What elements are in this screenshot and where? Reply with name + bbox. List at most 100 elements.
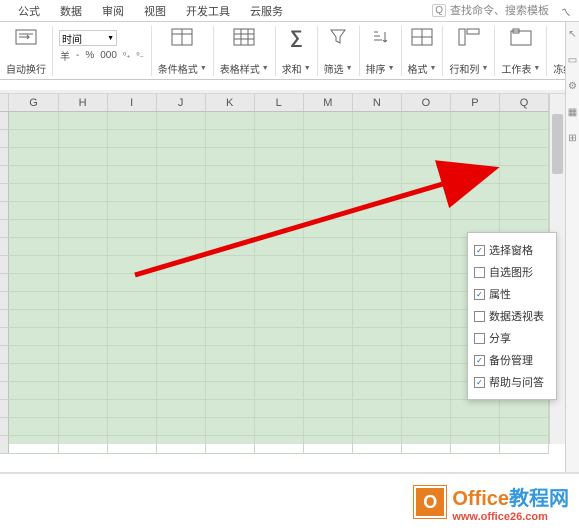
- cell[interactable]: [255, 166, 304, 183]
- row-header[interactable]: [0, 346, 9, 363]
- col-header[interactable]: G: [9, 94, 58, 111]
- tab-view[interactable]: 视图: [134, 3, 176, 19]
- tab-cloud[interactable]: 云服务: [240, 3, 293, 19]
- cell[interactable]: [255, 292, 304, 309]
- popup-option[interactable]: 帮助与问答: [472, 371, 552, 393]
- cell[interactable]: [206, 310, 255, 327]
- checkbox[interactable]: [474, 355, 485, 366]
- cell[interactable]: [157, 130, 206, 147]
- cell[interactable]: [157, 418, 206, 435]
- cell[interactable]: [9, 400, 58, 417]
- cell[interactable]: [255, 256, 304, 273]
- cell[interactable]: [206, 256, 255, 273]
- cell[interactable]: [108, 310, 157, 327]
- cell[interactable]: [353, 148, 402, 165]
- sum-button[interactable]: ∑ 求和▼: [276, 26, 318, 76]
- cell[interactable]: [108, 166, 157, 183]
- cell[interactable]: [206, 346, 255, 363]
- cell[interactable]: [206, 148, 255, 165]
- cell[interactable]: [108, 274, 157, 291]
- cell[interactable]: [59, 436, 108, 453]
- table-style-button[interactable]: 表格样式▼: [214, 26, 276, 76]
- cell[interactable]: [9, 436, 58, 453]
- cursor-icon[interactable]: ↖: [567, 28, 579, 40]
- cell[interactable]: [402, 202, 451, 219]
- col-header[interactable]: J: [157, 94, 206, 111]
- cell[interactable]: [353, 310, 402, 327]
- cell[interactable]: [304, 418, 353, 435]
- cell[interactable]: [9, 184, 58, 201]
- cell[interactable]: [353, 112, 402, 129]
- cell[interactable]: [206, 202, 255, 219]
- command-search[interactable]: Q 查找命令、搜索模板: [432, 2, 549, 18]
- cell[interactable]: [304, 220, 353, 237]
- cell[interactable]: [255, 274, 304, 291]
- cell[interactable]: [157, 364, 206, 381]
- cell[interactable]: [157, 256, 206, 273]
- cell[interactable]: [500, 148, 549, 165]
- popup-option[interactable]: 数据透视表: [472, 305, 552, 327]
- cell[interactable]: [206, 184, 255, 201]
- cell[interactable]: [451, 184, 500, 201]
- tab-devtools[interactable]: 开发工具: [176, 3, 240, 19]
- cell[interactable]: [59, 274, 108, 291]
- cell[interactable]: [304, 364, 353, 381]
- cell[interactable]: [59, 400, 108, 417]
- cell[interactable]: [500, 166, 549, 183]
- cell[interactable]: [500, 400, 549, 417]
- scroll-thumb[interactable]: [552, 114, 563, 174]
- cell[interactable]: [304, 166, 353, 183]
- cell[interactable]: [402, 220, 451, 237]
- cell[interactable]: [255, 148, 304, 165]
- cell[interactable]: [9, 202, 58, 219]
- cell[interactable]: [255, 310, 304, 327]
- cell[interactable]: [500, 112, 549, 129]
- cell[interactable]: [157, 202, 206, 219]
- cell[interactable]: [500, 202, 549, 219]
- cell[interactable]: [255, 418, 304, 435]
- cell[interactable]: [255, 202, 304, 219]
- cell[interactable]: [353, 328, 402, 345]
- cell[interactable]: [108, 400, 157, 417]
- popup-option[interactable]: 备份管理: [472, 349, 552, 371]
- cell[interactable]: [157, 310, 206, 327]
- filter-button[interactable]: 筛选▼: [318, 26, 360, 76]
- cell[interactable]: [500, 184, 549, 201]
- cell[interactable]: [255, 184, 304, 201]
- cell[interactable]: [9, 292, 58, 309]
- sort-button[interactable]: 排序▼: [360, 26, 402, 76]
- cell[interactable]: [353, 364, 402, 381]
- cell[interactable]: [353, 400, 402, 417]
- dec-dec-button[interactable]: ⁰₋: [135, 51, 144, 60]
- cell[interactable]: [59, 112, 108, 129]
- cell[interactable]: [157, 238, 206, 255]
- cell[interactable]: [206, 238, 255, 255]
- cell[interactable]: [402, 400, 451, 417]
- cell[interactable]: [402, 130, 451, 147]
- cell[interactable]: [206, 166, 255, 183]
- thousands-button[interactable]: 000: [99, 50, 118, 61]
- cell[interactable]: [108, 112, 157, 129]
- checkbox[interactable]: [474, 289, 485, 300]
- cell[interactable]: [402, 436, 451, 453]
- tab-data[interactable]: 数据: [50, 3, 92, 19]
- cell[interactable]: [157, 166, 206, 183]
- cell[interactable]: [9, 328, 58, 345]
- cell[interactable]: [255, 400, 304, 417]
- cell[interactable]: [402, 112, 451, 129]
- cell[interactable]: [353, 274, 402, 291]
- cell[interactable]: [9, 310, 58, 327]
- cell[interactable]: [451, 130, 500, 147]
- cell[interactable]: [59, 292, 108, 309]
- cell[interactable]: [353, 220, 402, 237]
- row-header[interactable]: [0, 400, 9, 417]
- row-header[interactable]: [0, 292, 9, 309]
- row-header[interactable]: [0, 256, 9, 273]
- cell[interactable]: [206, 400, 255, 417]
- cell[interactable]: [108, 256, 157, 273]
- cell[interactable]: [9, 382, 58, 399]
- tab-formula[interactable]: 公式: [8, 3, 50, 19]
- cell[interactable]: [255, 238, 304, 255]
- cell[interactable]: [59, 418, 108, 435]
- format-button[interactable]: 格式▼: [402, 26, 444, 76]
